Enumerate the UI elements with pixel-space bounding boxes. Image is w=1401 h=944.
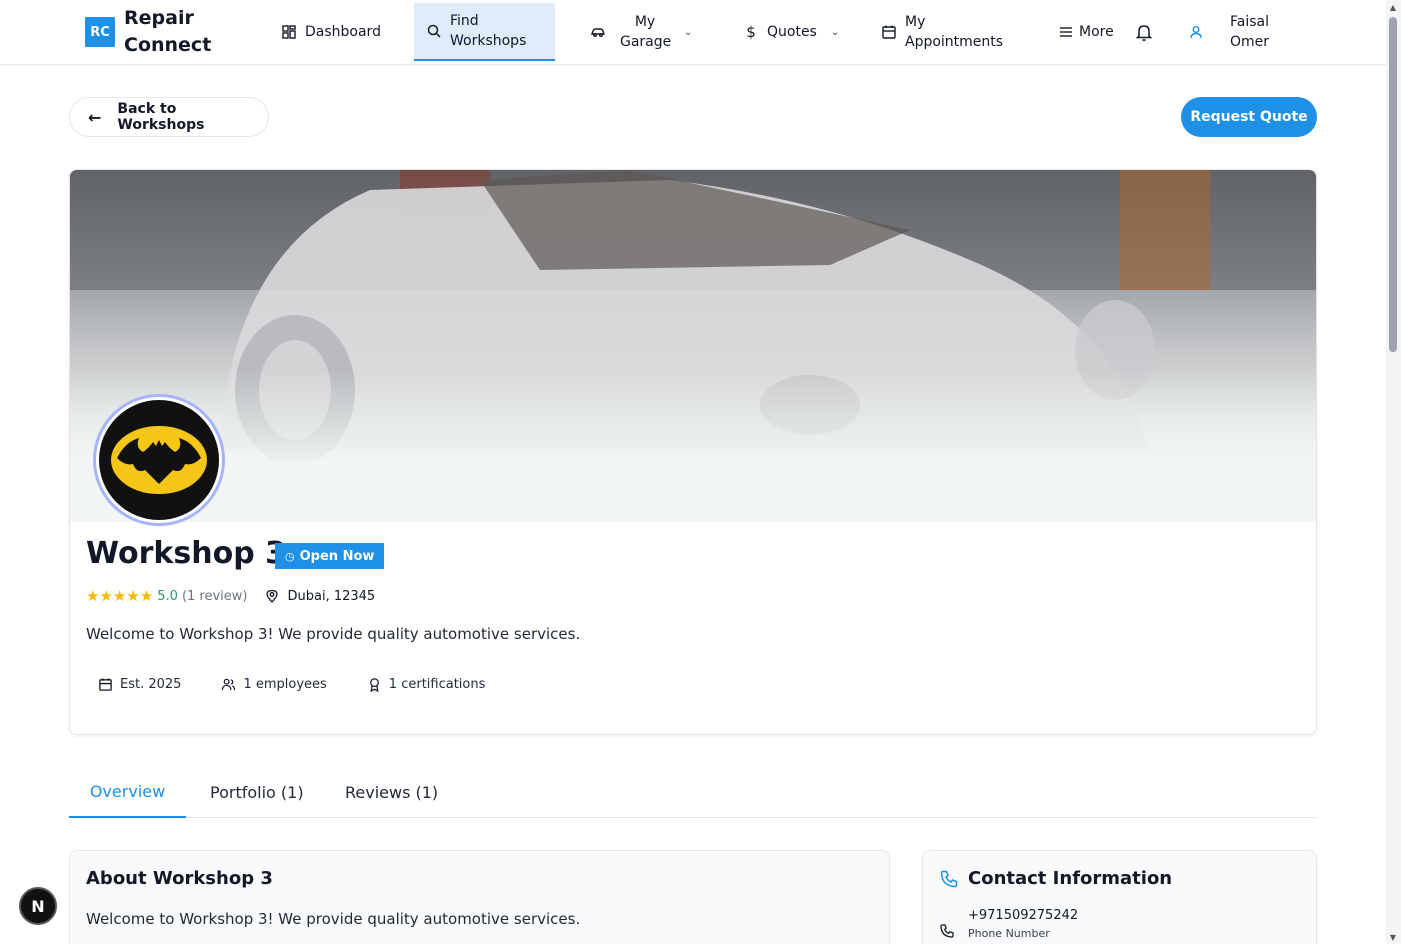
about-text: Welcome to Workshop 3! We provide qualit… (86, 910, 581, 928)
certifications-info: 1 certifications (367, 677, 486, 692)
top-nav: RC Repair Connect Dashboard Find Worksho… (0, 0, 1386, 65)
profile-tabs: Overview Portfolio (1) Reviews (1) (69, 767, 1317, 818)
nav-quotes-label: Quotes (767, 24, 817, 40)
phone-number[interactable]: +971509275242 (968, 908, 1078, 923)
workshop-avatar (93, 394, 225, 526)
nav-find-workshops[interactable]: Find Workshops (414, 3, 555, 61)
clock-icon: ◷ (285, 549, 295, 563)
established-text: Est. 2025 (120, 677, 182, 692)
workshop-meta: Est. 2025 1 employees 1 certifications (98, 677, 525, 692)
scroll-down-icon[interactable]: ▼ (1388, 933, 1398, 942)
status-text: Open Now (299, 548, 375, 564)
employees-info: 1 employees (221, 677, 327, 692)
dollar-icon: $ (746, 23, 756, 41)
scroll-thumb[interactable] (1389, 17, 1397, 352)
scroll-up-icon[interactable]: ▲ (1388, 3, 1398, 12)
user-menu[interactable]: Faisal Omer (1188, 0, 1280, 64)
rating-value: 5.0 (157, 588, 178, 604)
nav-dashboard[interactable]: Dashboard (281, 0, 381, 64)
menu-icon (1060, 27, 1072, 37)
nav-my-garage[interactable]: My Garage ⌄ (590, 0, 692, 64)
review-count[interactable]: (1 review) (182, 589, 248, 604)
tab-reviews[interactable]: Reviews (1) (345, 767, 438, 817)
workshop-profile-card: Workshop 3 ◷ Open Now ★★★★★ 5.0 (1 revie… (69, 169, 1317, 735)
search-icon (427, 24, 441, 38)
page-scrollbar[interactable]: ▲ ▼ (1386, 0, 1401, 944)
contact-title: Contact Information (968, 868, 1173, 889)
contact-card: Contact Information +971509275242 Phone … (922, 850, 1317, 944)
map-pin-icon (266, 589, 279, 603)
request-quote-button[interactable]: Request Quote (1181, 97, 1317, 137)
back-to-workshops-button[interactable]: ← Back to Workshops (69, 97, 269, 137)
nav-my-appointments-label: My Appointments (905, 14, 1004, 50)
nav-more-label: More (1079, 24, 1114, 40)
nav-find-workshops-label: Find Workshops (450, 13, 527, 49)
chevron-down-icon: ⌄ (830, 26, 840, 38)
workshop-name: Workshop 3 (86, 536, 286, 571)
nav-quotes[interactable]: $ Quotes ⌄ (743, 0, 839, 64)
cover-fade (70, 370, 1316, 470)
chevron-down-icon: ⌄ (684, 26, 693, 38)
rating-row: ★★★★★ 5.0 (1 review) Dubai, 12345 (86, 587, 375, 605)
tab-overview[interactable]: Overview (69, 767, 186, 818)
nav-dashboard-label: Dashboard (305, 24, 381, 40)
logo-badge[interactable]: RC (85, 17, 115, 47)
calendar-icon (99, 678, 112, 691)
calendar-icon (882, 25, 896, 39)
cover-banner (70, 170, 1316, 522)
certifications-text: 1 certifications (388, 677, 486, 692)
bat-logo-icon (107, 422, 211, 498)
user-name: Faisal Omer (1230, 14, 1270, 50)
established-info: Est. 2025 (98, 677, 181, 692)
nav-my-appointments[interactable]: My Appointments (881, 0, 1010, 64)
car-icon (591, 28, 605, 37)
phone-icon (940, 924, 954, 938)
nav-my-garage-label: My Garage (620, 14, 672, 50)
workshop-location: Dubai, 12345 (287, 588, 376, 604)
arrow-left-icon: ← (88, 107, 102, 127)
nav-more[interactable]: More (1058, 0, 1114, 64)
grid-icon (282, 25, 296, 39)
notifications-button[interactable] (1134, 0, 1154, 64)
workshop-description: Welcome to Workshop 3! We provide qualit… (86, 625, 581, 643)
users-icon (222, 678, 236, 691)
user-icon (1190, 26, 1202, 39)
about-title: About Workshop 3 (86, 868, 273, 889)
about-card: About Workshop 3 Welcome to Workshop 3! … (69, 850, 890, 944)
employees-text: 1 employees (243, 677, 327, 692)
tab-portfolio[interactable]: Portfolio (1) (210, 767, 304, 817)
dev-tools-badge[interactable]: N (19, 887, 57, 925)
phone-icon (940, 870, 958, 888)
logo-text[interactable]: Repair Connect (124, 5, 234, 59)
status-badge: ◷ Open Now (275, 543, 385, 569)
bell-icon (1135, 25, 1153, 41)
star-rating-icons: ★★★★★ (86, 587, 154, 605)
phone-number-label: Phone Number (968, 927, 1050, 940)
award-icon (369, 678, 379, 692)
back-button-label: Back to Workshops (117, 101, 205, 133)
